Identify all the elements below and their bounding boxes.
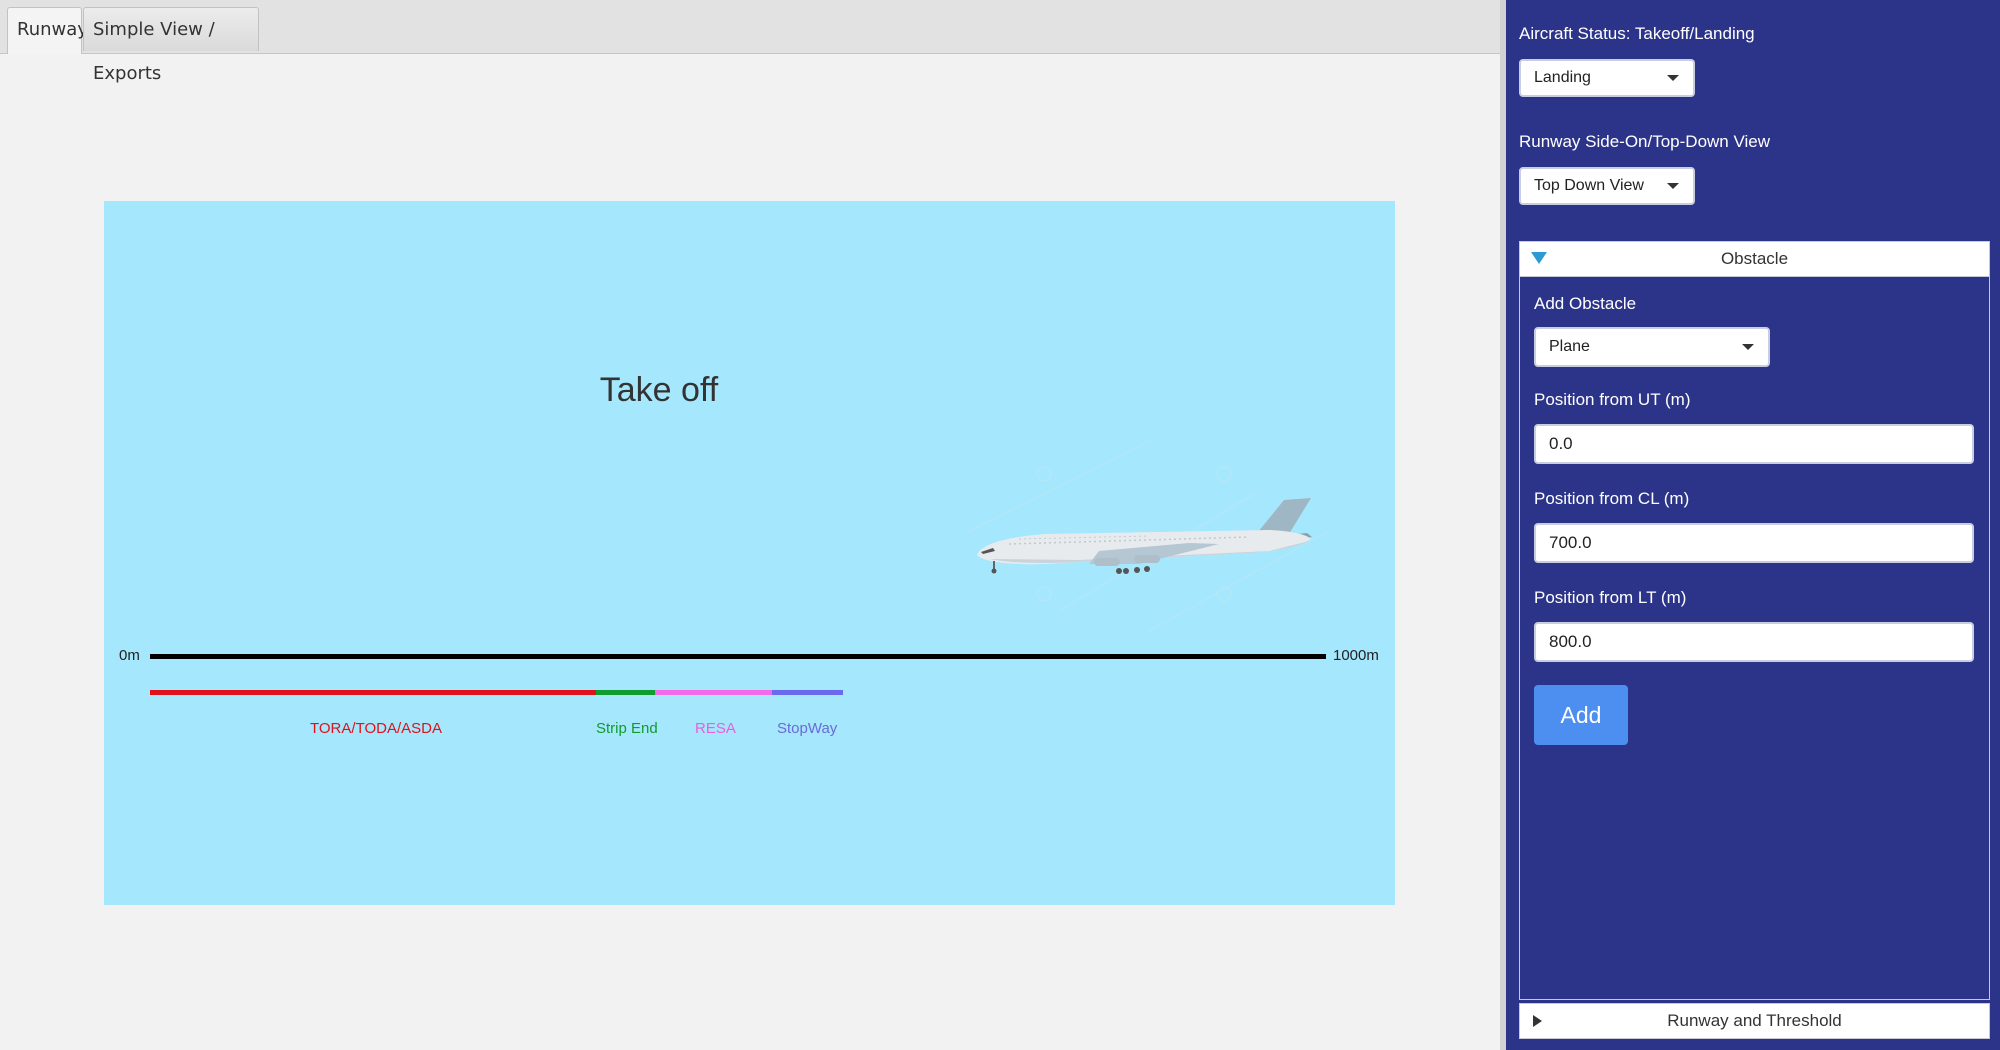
- position-lt-input[interactable]: 800.0: [1534, 622, 1974, 662]
- obstacle-type-value: Plane: [1549, 338, 1590, 355]
- resa-segment: [655, 690, 772, 695]
- stopway-segment: [772, 690, 843, 695]
- position-cl-label: Position from CL (m): [1534, 489, 1690, 508]
- tab-bar: Runway Simple View / Exports: [0, 0, 1500, 84]
- aircraft-status-label: Aircraft Status: Takeoff/Landing: [1519, 24, 1755, 43]
- stopway-label: StopWay: [777, 720, 838, 737]
- aircraft-status-select[interactable]: Landing: [1519, 59, 1695, 97]
- collapsed-arrow-icon: [1533, 1015, 1542, 1027]
- aircraft-status-value: Landing: [1534, 69, 1591, 86]
- obstacle-type-select[interactable]: Plane: [1534, 327, 1770, 367]
- tab-simple-view-exports[interactable]: Simple View / Exports: [83, 7, 259, 84]
- axis-start-label: 0m: [119, 647, 140, 664]
- position-cl-input[interactable]: 700.0: [1534, 523, 1974, 563]
- strip-end-segment: [596, 690, 655, 695]
- tab-runway[interactable]: Runway: [7, 7, 88, 54]
- axis-end-label: 1000m: [1333, 647, 1379, 664]
- plane-icon: [968, 440, 1330, 632]
- expand-arrow-icon: [1531, 252, 1547, 264]
- position-ut-label: Position from UT (m): [1534, 390, 1691, 409]
- chevron-down-icon: [1667, 183, 1679, 189]
- strip-end-label: Strip End: [596, 720, 658, 737]
- runway-pane: Runway Simple View / Exports Take off 0m…: [0, 0, 1500, 1050]
- runway-axis-line: [150, 654, 1326, 659]
- runway-canvas: Take off 0m 1000m TORA/TODA/ASDA Strip E…: [104, 201, 1395, 905]
- view-title: Take off: [599, 371, 719, 409]
- chevron-down-icon: [1742, 344, 1754, 350]
- runway-threshold-title: Runway and Threshold: [1667, 1011, 1842, 1030]
- runway-threshold-section-header[interactable]: Runway and Threshold: [1519, 1003, 1990, 1039]
- obstacle-section-body: Add Obstacle Plane Position from UT (m) …: [1519, 277, 1990, 1000]
- chevron-down-icon: [1667, 75, 1679, 81]
- position-lt-label: Position from LT (m): [1534, 588, 1687, 607]
- tora-segment: [150, 690, 596, 695]
- runway-view-value: Top Down View: [1534, 177, 1644, 194]
- position-ut-input[interactable]: 0.0: [1534, 424, 1974, 464]
- resa-label: RESA: [695, 720, 736, 737]
- runway-view-select[interactable]: Top Down View: [1519, 167, 1695, 205]
- add-obstacle-label: Add Obstacle: [1534, 294, 1637, 313]
- add-obstacle-button[interactable]: Add: [1534, 685, 1628, 745]
- control-panel: Aircraft Status: Takeoff/Landing Landing…: [1506, 0, 2000, 1050]
- tora-label: TORA/TODA/ASDA: [310, 720, 442, 737]
- obstacle-section-header[interactable]: Obstacle: [1519, 241, 1990, 277]
- obstacle-section-title: Obstacle: [1720, 249, 1789, 268]
- runway-view-label: Runway Side-On/Top-Down View: [1519, 132, 1771, 151]
